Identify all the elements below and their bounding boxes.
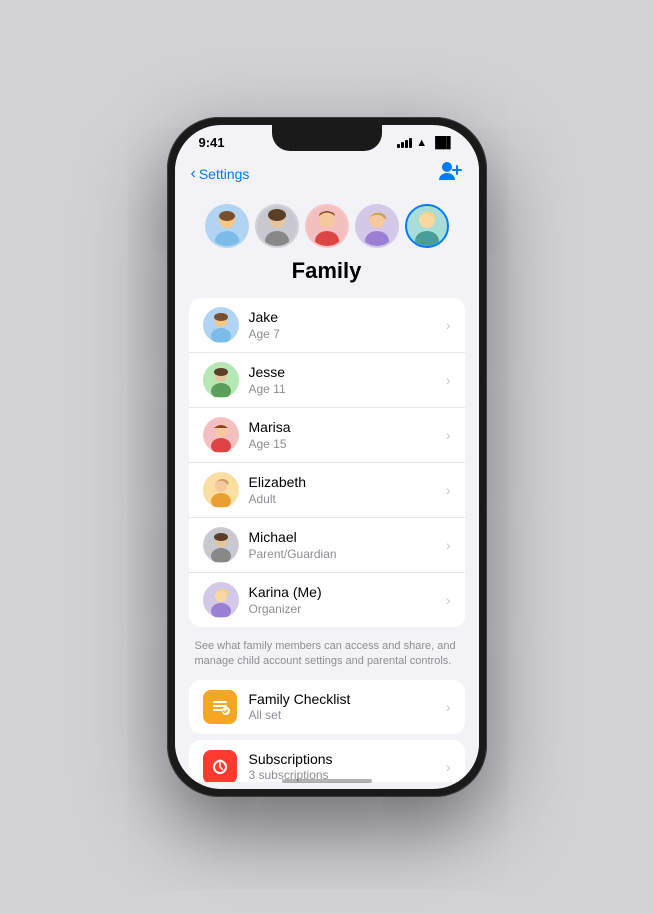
list-item-karina-name: Karina (Me) [249, 584, 446, 601]
list-item-elizabeth-name: Elizabeth [249, 474, 446, 491]
list-item-jesse[interactable]: Jesse Age 11 › [189, 353, 465, 408]
chevron-right-icon: › [446, 537, 451, 553]
back-chevron-icon: ‹ [191, 165, 196, 183]
back-button[interactable]: ‹ Settings [191, 165, 250, 183]
chevron-right-icon: › [446, 699, 451, 715]
list-item-karina-sub: Organizer [249, 602, 446, 616]
chevron-right-icon: › [446, 427, 451, 443]
list-item-jesse-text: Jesse Age 11 [249, 364, 446, 396]
family-checklist-text: Family Checklist All set [249, 691, 446, 722]
add-family-icon [437, 160, 463, 182]
list-item-michael[interactable]: Michael Parent/Guardian › [189, 518, 465, 573]
list-item-jake[interactable]: Jake Age 7 › [189, 298, 465, 353]
description-text: See what family members can access and s… [175, 633, 479, 680]
family-checklist-name: Family Checklist [249, 691, 446, 707]
status-time: 9:41 [199, 135, 225, 150]
back-label: Settings [199, 166, 250, 182]
nav-bar: ‹ Settings [175, 154, 479, 196]
family-checklist-icon [203, 690, 237, 724]
family-checklist-sub: All set [249, 708, 446, 722]
list-item-elizabeth[interactable]: Elizabeth Adult › [189, 463, 465, 518]
family-members-list: Jake Age 7 › [189, 298, 465, 627]
subscriptions-icon [203, 750, 237, 782]
list-item-jake-name: Jake [249, 309, 446, 326]
list-item-jake-text: Jake Age 7 [249, 309, 446, 341]
subscriptions-name: Subscriptions [249, 751, 446, 767]
add-family-button[interactable] [437, 160, 463, 188]
avatar-jesse[interactable] [255, 204, 299, 248]
family-checklist-section: Family Checklist All set › [189, 680, 465, 734]
status-icons: ▲ ▐█▌ [397, 137, 454, 149]
list-item-michael-sub: Parent/Guardian [249, 547, 446, 561]
wifi-icon: ▲ [416, 137, 427, 149]
list-item-jesse-name: Jesse [249, 364, 446, 381]
list-item-michael-name: Michael [249, 529, 446, 546]
avatar-jake[interactable] [205, 204, 249, 248]
list-item-marisa-sub: Age 15 [249, 437, 446, 451]
list-item-jake-sub: Age 7 [249, 327, 446, 341]
phone-frame: 9:41 ▲ ▐█▌ ‹ Settings [167, 117, 487, 797]
list-item-karina[interactable]: Karina (Me) Organizer › [189, 573, 465, 627]
list-item-marisa-name: Marisa [249, 419, 446, 436]
avatar-marisa-list [203, 417, 239, 453]
list-item-michael-text: Michael Parent/Guardian [249, 529, 446, 561]
chevron-right-icon: › [446, 592, 451, 608]
list-item-marisa[interactable]: Marisa Age 15 › [189, 408, 465, 463]
avatars-row [175, 196, 479, 258]
page-title: Family [175, 258, 479, 284]
subscriptions-section: Subscriptions 3 subscriptions › [189, 740, 465, 782]
avatar-karina[interactable] [405, 204, 449, 248]
chevron-right-icon: › [446, 317, 451, 333]
notch [272, 125, 382, 151]
avatar-elizabeth-list [203, 472, 239, 508]
avatar-jake-list [203, 307, 239, 343]
chevron-right-icon: › [446, 372, 451, 388]
list-item-jesse-sub: Age 11 [249, 382, 446, 396]
list-item-elizabeth-sub: Adult [249, 492, 446, 506]
chevron-right-icon: › [446, 482, 451, 498]
subscriptions-text: Subscriptions 3 subscriptions [249, 751, 446, 782]
list-item-karina-text: Karina (Me) Organizer [249, 584, 446, 616]
list-item-elizabeth-text: Elizabeth Adult [249, 474, 446, 506]
battery-icon: ▐█▌ [431, 137, 454, 149]
avatar-karina-list [203, 582, 239, 618]
chevron-right-icon: › [446, 759, 451, 775]
avatar-jesse-list [203, 362, 239, 398]
avatar-michael-list [203, 527, 239, 563]
screen-content[interactable]: ‹ Settings [175, 154, 479, 782]
subscriptions-item[interactable]: Subscriptions 3 subscriptions › [189, 740, 465, 782]
phone-screen: 9:41 ▲ ▐█▌ ‹ Settings [175, 125, 479, 789]
home-indicator [282, 779, 372, 783]
family-checklist-item[interactable]: Family Checklist All set › [189, 680, 465, 734]
avatar-elizabeth[interactable] [355, 204, 399, 248]
list-item-marisa-text: Marisa Age 15 [249, 419, 446, 451]
avatar-marisa[interactable] [305, 204, 349, 248]
signal-icon [397, 138, 412, 148]
